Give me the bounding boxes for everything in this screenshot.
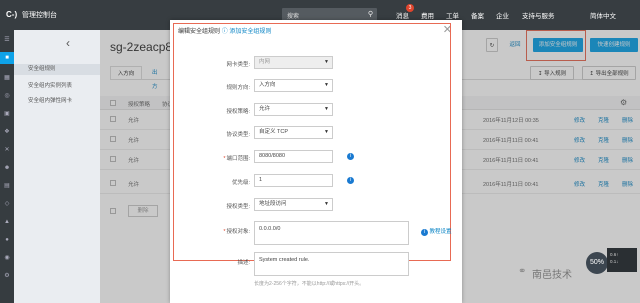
info-icon[interactable]: i bbox=[347, 153, 354, 160]
direction-label: 规则方向: bbox=[226, 85, 250, 91]
nav-filing[interactable]: 备案 bbox=[471, 10, 484, 20]
wechat-icon: ⚭ bbox=[518, 266, 527, 277]
monitor-icon[interactable]: ▤ bbox=[3, 182, 11, 190]
sidebar-item-instances[interactable]: 安全组内实例列表 bbox=[28, 81, 72, 89]
description-hint: 长度为2-256个字符，不能以http://或https://开头。 bbox=[254, 281, 365, 287]
edit-rule-dialog: 编辑安全组规则 ⓘ 添加安全组规则 ✕ 网卡类型: 内网 ▼ 规则方向: 入方向… bbox=[170, 20, 462, 303]
policy-label: 授权策略: bbox=[226, 109, 250, 115]
chevron-down-icon: ▼ bbox=[324, 129, 329, 135]
port-range-input[interactable]: 8080/8080 bbox=[254, 150, 333, 163]
direction-value: 入方向 bbox=[259, 82, 276, 88]
priority-label: 优先级: bbox=[231, 180, 250, 186]
sidebar-item-rules[interactable]: 安全组规则 bbox=[14, 64, 100, 75]
speed-widget[interactable]: 50% bbox=[586, 252, 608, 274]
tutorial-link[interactable]: i 教程设置 bbox=[421, 227, 452, 236]
chevron-down-icon: ▼ bbox=[324, 106, 329, 112]
sidebar-item-enis[interactable]: 安全组内弹性网卡 bbox=[28, 96, 72, 104]
auth-object-input[interactable]: 0.0.0.0/0 bbox=[254, 221, 409, 245]
nav-billing[interactable]: 费用 bbox=[421, 10, 434, 20]
watermark: 南邑技术 bbox=[532, 270, 572, 281]
auth-type-value: 地址段访问 bbox=[259, 201, 287, 207]
dialog-title-text: 编辑安全组规则 bbox=[178, 29, 221, 35]
policy-value: 允许 bbox=[259, 106, 271, 112]
direction-select[interactable]: 入方向 ▼ bbox=[254, 79, 333, 92]
nic-type-value: 内网 bbox=[259, 59, 271, 65]
help-icon[interactable]: ⓘ bbox=[222, 29, 228, 35]
nav-messages[interactable]: 消息 bbox=[396, 10, 409, 20]
nic-type-label: 网卡类型: bbox=[226, 62, 250, 68]
network-icon[interactable]: ❖ bbox=[3, 128, 11, 136]
chevron-down-icon: ▼ bbox=[324, 59, 329, 65]
menu-icon[interactable]: ☰ bbox=[3, 36, 11, 44]
close-icon[interactable]: ✕ bbox=[443, 23, 452, 36]
info-icon[interactable]: i bbox=[347, 177, 354, 184]
protocol-label: 协议类型: bbox=[226, 132, 250, 138]
priority-input[interactable]: 1 bbox=[254, 174, 333, 187]
analytics-icon[interactable]: ▲ bbox=[3, 218, 11, 226]
protocol-select[interactable]: 自定义 TCP ▼ bbox=[254, 126, 333, 139]
chevron-down-icon: ▼ bbox=[324, 201, 329, 207]
message-icon[interactable]: ● bbox=[3, 236, 11, 244]
auth-object-label: *授权对象: bbox=[223, 229, 250, 235]
server-icon[interactable]: ▦ bbox=[3, 74, 11, 82]
protocol-value: 自定义 TCP bbox=[259, 129, 289, 135]
chevron-down-icon: ▼ bbox=[324, 82, 329, 88]
nav-enterprise[interactable]: 企业 bbox=[496, 10, 509, 20]
database-icon[interactable]: ◎ bbox=[3, 92, 11, 100]
ecs-icon[interactable]: ■ bbox=[0, 52, 14, 64]
net-up: 0.6↑ bbox=[610, 252, 619, 257]
nav-language[interactable]: 简体中文 bbox=[590, 10, 616, 20]
net-down: 0.1↓ bbox=[610, 259, 619, 264]
storage-icon[interactable]: ▣ bbox=[3, 110, 11, 118]
port-range-label: *端口范围: bbox=[223, 156, 250, 162]
secondary-sidebar: ‹ 安全组规则 安全组内实例列表 安全组内弹性网卡 bbox=[14, 30, 100, 303]
description-label: 描述: bbox=[237, 260, 250, 266]
aliyun-logo[interactable]: C-) bbox=[6, 10, 17, 19]
product-nav-strip: ☰ ■ ▦ ◎ ▣ ❖ ✕ ☻ ▤ ◇ ▲ ● ◉ ⚙ bbox=[0, 30, 14, 303]
network-monitor: 0.6↑ 0.1↓ bbox=[607, 248, 637, 272]
tools-icon[interactable]: ✕ bbox=[3, 146, 11, 154]
description-input[interactable]: System created rule. bbox=[254, 252, 409, 276]
nic-type-select: 内网 ▼ bbox=[254, 56, 333, 69]
info-icon: i bbox=[421, 229, 428, 236]
nav-tickets[interactable]: 工单 bbox=[446, 10, 459, 20]
console-title[interactable]: 管理控制台 bbox=[22, 10, 57, 20]
help-link[interactable]: 添加安全组规则 bbox=[229, 29, 271, 35]
back-arrow-icon[interactable]: ‹ bbox=[66, 36, 70, 50]
search-icon[interactable]: ⚲ bbox=[368, 10, 373, 18]
settings-icon[interactable]: ⚙ bbox=[3, 272, 11, 280]
security-icon[interactable]: ◇ bbox=[3, 200, 11, 208]
auth-type-select[interactable]: 地址段访问 ▼ bbox=[254, 198, 333, 211]
users-icon[interactable]: ☻ bbox=[3, 164, 11, 172]
policy-select[interactable]: 允许 ▼ bbox=[254, 103, 333, 116]
search-placeholder: 搜索 bbox=[287, 14, 300, 20]
dialog-title: 编辑安全组规则 ⓘ 添加安全组规则 bbox=[178, 26, 271, 35]
chat-icon[interactable]: ◉ bbox=[3, 254, 11, 262]
auth-type-label: 授权类型: bbox=[226, 204, 250, 210]
nav-support[interactable]: 支持与服务 bbox=[522, 10, 555, 20]
